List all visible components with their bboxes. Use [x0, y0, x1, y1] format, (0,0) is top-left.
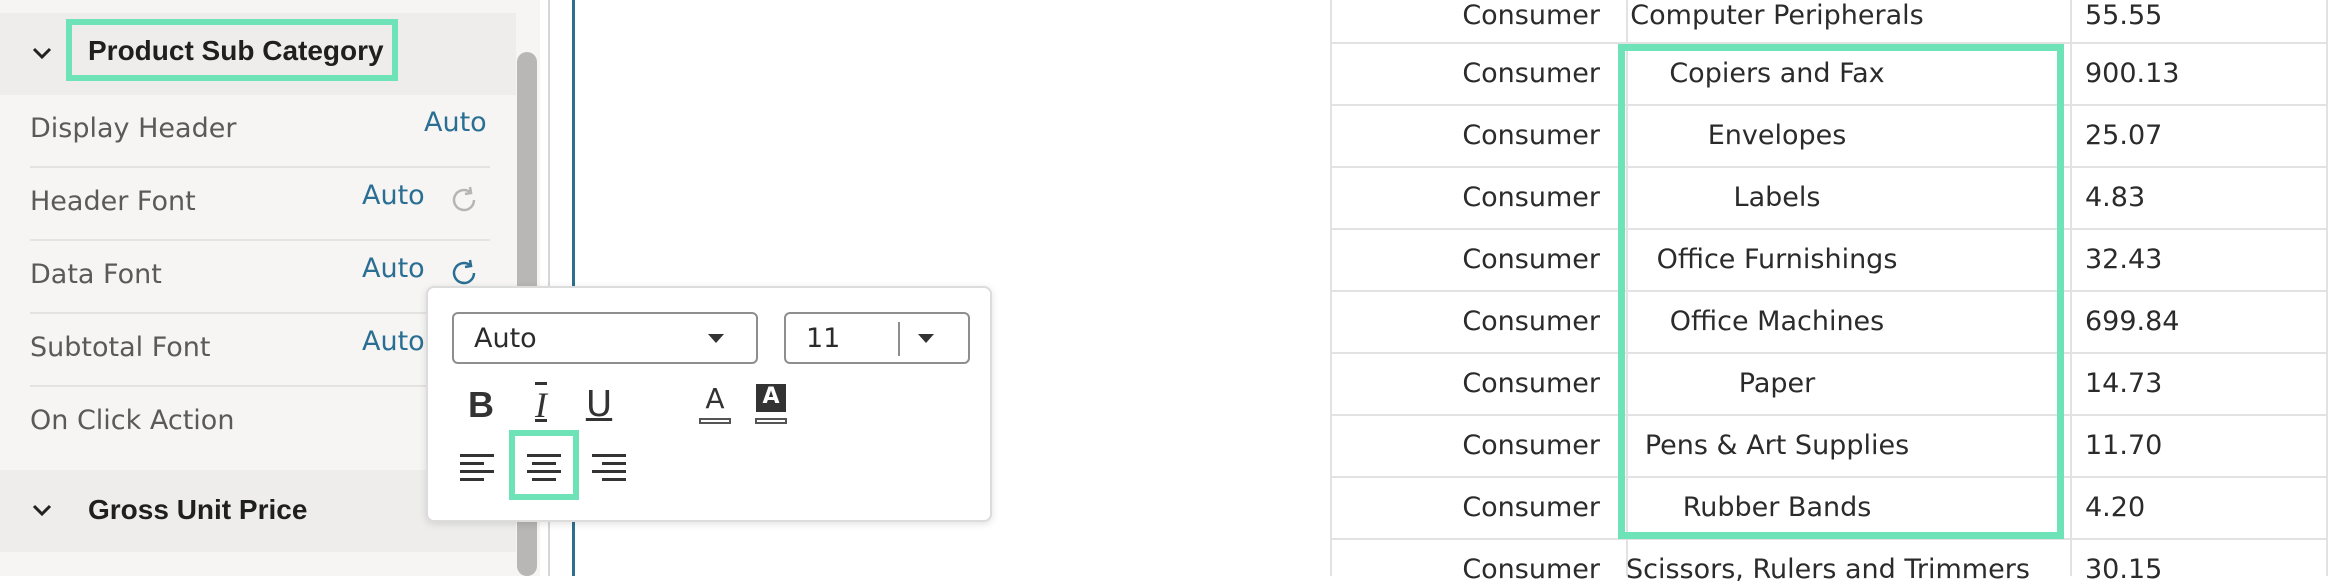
cell-segment: Consumer — [1462, 430, 1600, 461]
property-value-link[interactable]: Auto — [362, 180, 425, 211]
property-row-display-header[interactable]: Display Header Auto — [30, 95, 490, 168]
cell-sub-category: Computer Peripherals — [1630, 0, 1924, 31]
cell-segment: Consumer — [1462, 0, 1600, 31]
property-label: Subtotal Font — [30, 332, 211, 363]
bold-icon: B — [468, 384, 494, 425]
italic-button[interactable]: I — [516, 378, 566, 428]
section-title: Gross Unit Price — [88, 494, 308, 525]
background-color-letter: A — [762, 384, 780, 409]
caret-down-icon — [708, 334, 724, 343]
property-value-link[interactable]: Auto — [362, 326, 425, 357]
property-row-header-font[interactable]: Header Font Auto — [30, 168, 490, 241]
font-family-select[interactable]: Auto — [452, 312, 758, 364]
cell-segment: Consumer — [1462, 306, 1600, 337]
property-label: Header Font — [30, 186, 196, 217]
highlight-box-sub-category-column — [1618, 44, 2064, 539]
highlight-box-section-title — [66, 19, 398, 81]
font-size-value: 11 — [806, 323, 841, 354]
property-row-subtotal-font[interactable]: Subtotal Font Auto — [30, 314, 490, 387]
cell-value: 30.15 — [2085, 554, 2163, 585]
underline-icon: U — [585, 384, 613, 425]
font-color-icon: A — [705, 382, 725, 415]
color-swatch — [699, 418, 731, 424]
cell-value: 11.70 — [2085, 430, 2163, 461]
property-label: Data Font — [30, 259, 162, 290]
font-format-popover: Auto 11 B I U A A — [426, 286, 992, 522]
background-color-button[interactable]: A — [746, 378, 796, 428]
font-family-value: Auto — [474, 323, 537, 354]
cell-value: 699.84 — [2085, 306, 2180, 337]
cell-value: 4.20 — [2085, 492, 2146, 523]
property-row-on-click-action[interactable]: On Click Action — [30, 387, 490, 460]
reset-icon[interactable] — [448, 257, 480, 289]
highlight-box-align-center — [509, 430, 579, 500]
cell-segment: Consumer — [1462, 554, 1600, 585]
property-value-link[interactable]: Auto — [362, 253, 425, 284]
font-size-select[interactable]: 11 — [784, 312, 970, 364]
column-border — [2070, 0, 2072, 576]
cell-value: 4.83 — [2085, 182, 2146, 213]
property-row-data-font[interactable]: Data Font Auto — [30, 241, 490, 314]
cell-sub-category: Scissors, Rulers and Trimmers — [1626, 554, 2030, 585]
cell-segment: Consumer — [1462, 182, 1600, 213]
cell-value: 25.07 — [2085, 120, 2163, 151]
reset-icon[interactable] — [448, 184, 480, 216]
property-label: On Click Action — [30, 405, 235, 436]
property-value-link[interactable]: Auto — [424, 107, 487, 138]
column-border — [2326, 0, 2328, 576]
cell-segment: Consumer — [1462, 58, 1600, 89]
cell-value: 14.73 — [2085, 368, 2163, 399]
property-label: Display Header — [30, 113, 237, 144]
cell-segment: Consumer — [1462, 244, 1600, 275]
font-color-button[interactable]: A — [690, 378, 740, 428]
chevron-down-icon[interactable] — [30, 41, 54, 65]
underline-button[interactable]: U — [574, 378, 624, 428]
align-right-icon[interactable] — [588, 448, 628, 488]
select-divider — [898, 322, 900, 356]
cell-segment: Consumer — [1462, 120, 1600, 151]
cell-segment: Consumer — [1462, 368, 1600, 399]
align-left-icon[interactable] — [458, 448, 498, 488]
italic-icon: I — [535, 385, 547, 425]
caret-down-icon — [918, 334, 934, 343]
cell-segment: Consumer — [1462, 492, 1600, 523]
cell-value: 55.55 — [2085, 0, 2163, 31]
bold-button[interactable]: B — [456, 378, 506, 428]
chevron-down-icon[interactable] — [30, 498, 54, 522]
cell-value: 32.43 — [2085, 244, 2163, 275]
cell-value: 900.13 — [2085, 58, 2180, 89]
color-swatch — [755, 418, 787, 424]
